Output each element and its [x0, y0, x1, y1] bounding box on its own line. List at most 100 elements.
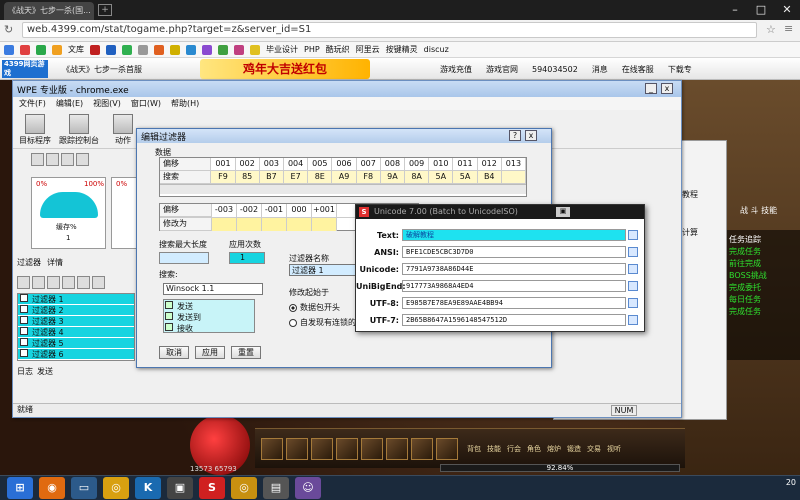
copy-icon[interactable]	[628, 264, 638, 274]
menu-window[interactable]: 窗口(W)	[131, 98, 161, 109]
copy-icon[interactable]	[628, 247, 638, 257]
menu-icon[interactable]: ≡	[784, 22, 793, 35]
bookmark-icon[interactable]	[186, 44, 196, 55]
bookmark-icon[interactable]	[90, 44, 100, 55]
edit-icon[interactable]	[77, 275, 90, 289]
filter-row[interactable]: 过滤器 2	[18, 305, 134, 316]
bookmark-icon[interactable]	[138, 44, 148, 55]
grid-cell[interactable]: E7	[284, 171, 309, 184]
filter-checkbox[interactable]	[20, 316, 28, 324]
chrome-icon[interactable]: ◎	[103, 477, 129, 499]
quest-line[interactable]: 每日任务	[729, 294, 796, 306]
filter-editor-title[interactable]: 编辑过滤器	[137, 129, 551, 143]
menu-file[interactable]: 文件(F)	[19, 98, 46, 109]
close-icon[interactable]: ✕	[774, 0, 800, 20]
url-input[interactable]: web.4399.com/stat/togame.php?target=z&se…	[22, 22, 757, 38]
quest-line[interactable]: BOSS挑战	[729, 270, 796, 282]
cancel-button[interactable]: 取消	[159, 346, 189, 359]
unibigend-output[interactable]: 917773A9868A4ED4	[402, 280, 626, 292]
filter-name-input[interactable]: 过滤器 1	[289, 264, 359, 276]
reload-icon[interactable]: ↻	[4, 23, 13, 36]
wpe-close-icon[interactable]: x	[661, 83, 673, 94]
promo-banner[interactable]: 鸡年大吉送红包	[200, 59, 370, 79]
menu-trade[interactable]: 交易	[587, 444, 601, 454]
bookmark-discuz[interactable]: discuz	[424, 45, 449, 54]
filter-row[interactable]: 过滤器 4	[18, 327, 134, 338]
reset-button[interactable]: 重置	[231, 346, 261, 359]
option-recv[interactable]: 接收	[165, 323, 253, 334]
maximize-icon[interactable]: □	[748, 0, 774, 20]
copy-icon[interactable]	[628, 230, 638, 240]
bookmark-icon[interactable]	[122, 44, 132, 55]
nav-official[interactable]: 游戏官网	[486, 64, 518, 75]
grid-cell[interactable]: A9	[332, 171, 357, 184]
quest-line[interactable]: 完成委托	[729, 282, 796, 294]
skill-slot[interactable]	[411, 437, 433, 460]
bookmark-aliyun[interactable]: 阿里云	[356, 44, 380, 55]
protocol-select[interactable]: Winsock 1.1	[163, 283, 263, 295]
apply-button[interactable]: 应用	[195, 346, 225, 359]
nav-service[interactable]: 在线客服	[622, 64, 654, 75]
filter-row[interactable]: 过滤器 5	[18, 338, 134, 349]
grid-cell[interactable]	[212, 218, 237, 231]
grid-cell[interactable]	[501, 171, 527, 184]
ansi-output[interactable]: BFE1CDE5CBC3D7D0	[402, 246, 626, 258]
copy-icon[interactable]	[628, 281, 638, 291]
filter-checkbox[interactable]	[20, 294, 28, 302]
checkbox[interactable]	[165, 323, 173, 331]
firefox-icon[interactable]: ◉	[39, 477, 65, 499]
dialog-close-icon[interactable]: x	[525, 130, 537, 141]
menu-skill[interactable]: 技能	[487, 444, 501, 454]
bookmark-icon[interactable]	[250, 44, 260, 55]
copy-icon[interactable]	[628, 298, 638, 308]
target-program-button[interactable]: 目标程序	[13, 113, 57, 146]
grid-cell[interactable]: 85	[235, 171, 260, 184]
option-send[interactable]: 发送	[165, 301, 253, 312]
quest-line[interactable]: 完成任务	[729, 246, 796, 258]
unicode-output[interactable]: 7791A9738A86D44E	[402, 263, 626, 275]
utf7-output[interactable]: 2B65B8647A1596148547512D	[402, 314, 626, 326]
quest-line[interactable]: 完成任务	[729, 306, 796, 318]
new-tab-button[interactable]: +	[98, 4, 112, 16]
nav-recharge[interactable]: 游戏充值	[440, 64, 472, 75]
quest-tracker[interactable]: 任务追踪 完成任务 前往完成 BOSS挑战 完成委托 每日任务 完成任务	[725, 230, 800, 360]
filter-checkbox[interactable]	[20, 305, 28, 313]
start-icon[interactable]: ⊞	[7, 477, 33, 499]
pause-icon[interactable]	[61, 153, 74, 166]
play-icon[interactable]	[46, 153, 59, 166]
copy-icon[interactable]	[628, 315, 638, 325]
grid-cell[interactable]	[262, 218, 287, 231]
star-icon[interactable]: ☆	[766, 23, 776, 36]
radio-button[interactable]	[289, 303, 297, 312]
save-icon[interactable]	[32, 275, 45, 289]
grid-cell[interactable]: B4	[477, 171, 502, 184]
grid-scrollbar[interactable]	[160, 184, 526, 194]
wpe-title[interactable]: WPE 专业版 - chrome.exe	[13, 81, 681, 97]
skill-slot[interactable]	[261, 437, 283, 460]
nav-account[interactable]: 594034502	[532, 65, 578, 74]
menu-skill[interactable]: 技能	[761, 206, 777, 215]
skill-slot[interactable]	[311, 437, 333, 460]
filter-checkbox[interactable]	[20, 349, 28, 357]
bookmark-icon[interactable]	[202, 44, 212, 55]
bookmark-icon[interactable]	[20, 44, 30, 55]
bookmark-biye[interactable]: 毕业设计	[266, 44, 298, 55]
bookmark-icon[interactable]	[4, 44, 14, 55]
grid-cell[interactable]: F9	[211, 171, 236, 184]
stop-icon[interactable]	[31, 153, 44, 166]
grid-cell[interactable]: B7	[259, 171, 284, 184]
radio-button[interactable]	[289, 318, 297, 327]
filter-row[interactable]: 过滤器 1	[18, 294, 134, 305]
tab-send[interactable]: 发送	[37, 366, 53, 377]
filter-checkbox[interactable]	[20, 327, 28, 335]
menu-help[interactable]: 帮助(H)	[171, 98, 199, 109]
bookmark-php[interactable]: PHP	[304, 45, 320, 54]
grid-cell[interactable]: F8	[356, 171, 381, 184]
count-input[interactable]: 1	[229, 252, 265, 264]
bookmark-anjian[interactable]: 按键精灵	[386, 44, 418, 55]
skill-slot[interactable]	[436, 437, 458, 460]
bookmark-kuwan[interactable]: 酷玩织	[326, 44, 350, 55]
filter-row[interactable]: 过滤器 3	[18, 316, 134, 327]
delete-icon[interactable]	[92, 275, 105, 289]
grid-cell[interactable]: 8E	[308, 171, 333, 184]
